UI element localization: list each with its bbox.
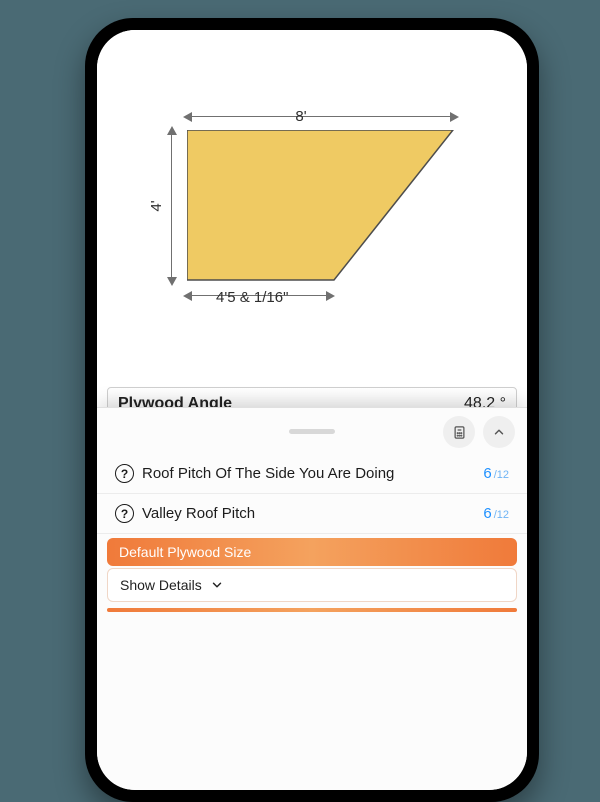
section-title: Default Plywood Size [119, 544, 251, 560]
input-sheet: ? Roof Pitch Of The Side You Are Doing 6… [97, 407, 527, 790]
calculator-icon [452, 425, 467, 440]
show-details-label: Show Details [120, 577, 202, 593]
dim-bottom: 4'5 & 1/16" [216, 289, 288, 306]
dim-left: 4' [148, 200, 165, 211]
dim-bottom-label: 4'5 & 1/16" [216, 289, 288, 306]
drag-handle[interactable] [289, 429, 335, 434]
row-label: Valley Roof Pitch [142, 505, 255, 522]
row-label: Roof Pitch Of The Side You Are Doing [142, 465, 394, 482]
sheet-handle-row[interactable] [97, 408, 527, 454]
calculator-button[interactable] [443, 416, 475, 448]
section-default-plywood-size: Default Plywood Size [107, 538, 517, 566]
section-divider [107, 608, 517, 612]
shape: 8' 4' 4'5 & 1/16" [151, 112, 451, 300]
row-value: 6/12 [483, 465, 509, 482]
collapse-button[interactable] [483, 416, 515, 448]
row-roof-pitch[interactable]: ? Roof Pitch Of The Side You Are Doing 6… [97, 454, 527, 494]
help-icon[interactable]: ? [115, 504, 134, 523]
dim-left-label: 4' [148, 200, 165, 211]
help-icon[interactable]: ? [115, 464, 134, 483]
show-details-button[interactable]: Show Details [107, 568, 517, 602]
screen: 8' 4' 4'5 & 1/16" [97, 30, 527, 790]
trapezoid-svg [187, 130, 455, 282]
dim-top-label: 8' [289, 108, 312, 125]
row-valley-pitch[interactable]: ? Valley Roof Pitch 6/12 [97, 494, 527, 534]
phone-frame: 8' 4' 4'5 & 1/16" [85, 18, 539, 802]
diagram-area: 8' 4' 4'5 & 1/16" [97, 30, 527, 375]
chevron-up-icon [492, 425, 506, 439]
dim-top: 8' [151, 108, 451, 125]
chevron-down-icon [210, 578, 224, 592]
row-value: 6/12 [483, 505, 509, 522]
